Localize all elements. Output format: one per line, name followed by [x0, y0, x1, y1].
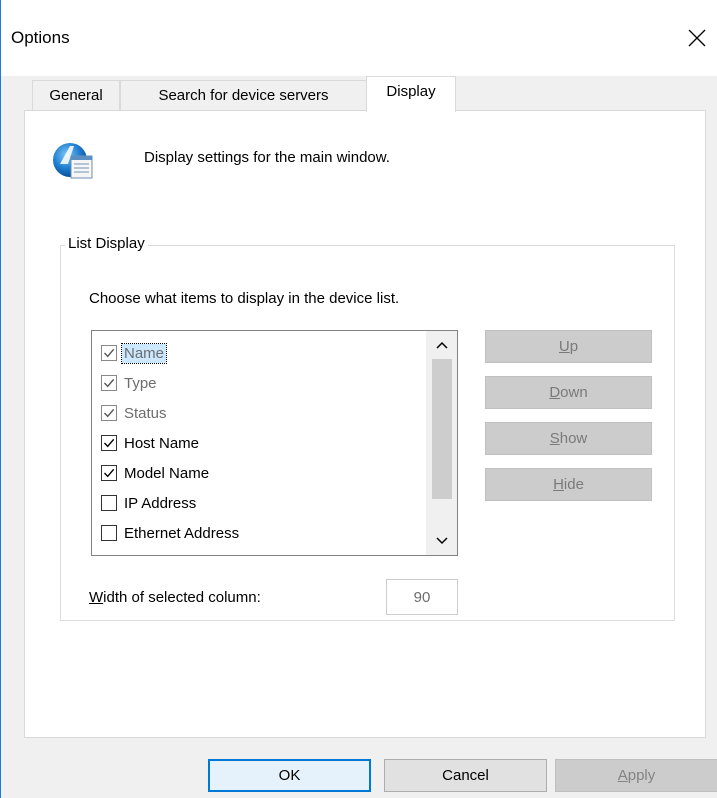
device-column-listbox[interactable]: Name Type Status Host Name Model Name IP… [91, 330, 458, 556]
down-label-rest: own [560, 384, 588, 401]
column-width-field[interactable]: 90 [386, 579, 458, 615]
list-item-label: Ethernet Address [124, 524, 240, 542]
list-item-type[interactable]: Type [92, 368, 432, 398]
scroll-thumb[interactable] [432, 359, 452, 499]
hide-button[interactable]: Hide [485, 468, 652, 501]
list-item-label: Status [124, 404, 167, 422]
list-item-status[interactable]: Status [92, 398, 432, 428]
list-item-host-name[interactable]: Host Name [92, 428, 432, 458]
show-mnemonic: S [549, 430, 560, 447]
apply-button[interactable]: Apply [555, 759, 717, 792]
apply-mnemonic: A [617, 767, 628, 784]
show-label-rest: how [559, 430, 588, 447]
checkmark-icon [103, 468, 115, 478]
checkbox[interactable] [101, 495, 117, 511]
list-display-group-label: List Display [65, 235, 148, 252]
list-item-name[interactable]: Name [92, 338, 432, 368]
tab-search-for-device-servers[interactable]: Search for device servers [120, 80, 367, 110]
checkbox[interactable] [101, 435, 117, 451]
list-instruction: Choose what items to display in the devi… [89, 290, 400, 307]
window-title: Options [11, 28, 70, 47]
checkmark-icon [103, 348, 115, 358]
up-label-rest: p [569, 338, 579, 355]
hide-label-rest: ide [563, 476, 584, 493]
checkbox[interactable] [101, 465, 117, 481]
ok-button[interactable]: OK [208, 759, 371, 792]
checkmark-icon [103, 408, 115, 418]
cancel-button[interactable]: Cancel [384, 759, 547, 792]
tab-general[interactable]: General [32, 80, 120, 110]
list-item-label: Host Name [124, 434, 200, 452]
chevron-down-icon [435, 537, 448, 545]
chevron-up-icon [435, 341, 448, 349]
list-item-label: Model Name [124, 464, 210, 482]
list-scrollbar[interactable] [426, 331, 457, 555]
list-item-ip-address[interactable]: IP Address [92, 488, 432, 518]
down-button[interactable]: Down [485, 376, 652, 409]
width-label-rest: idth of selected column: [103, 589, 261, 606]
down-mnemonic: D [549, 384, 561, 401]
display-settings-icon [53, 143, 93, 179]
apply-label-rest: pply [627, 767, 656, 784]
hide-mnemonic: H [553, 476, 564, 493]
width-mnemonic: W [89, 589, 104, 606]
tab-display[interactable]: Display [366, 76, 456, 112]
checkbox[interactable] [101, 375, 117, 391]
checkmark-icon [103, 378, 115, 388]
scroll-down-button[interactable] [426, 527, 457, 555]
up-button[interactable]: Up [485, 330, 652, 363]
checkmark-icon [103, 438, 115, 448]
list-item-label: IP Address [124, 494, 197, 512]
checkbox[interactable] [101, 345, 117, 361]
list-item-ethernet-address[interactable]: Ethernet Address [92, 518, 432, 548]
list-item-label: Type [124, 374, 157, 392]
close-icon [688, 29, 706, 47]
checkbox[interactable] [101, 525, 117, 541]
close-button[interactable] [675, 16, 717, 60]
show-button[interactable]: Show [485, 422, 652, 455]
column-width-label: Width of selected column: [89, 589, 261, 606]
up-mnemonic: U [558, 338, 570, 355]
scroll-up-button[interactable] [426, 331, 457, 359]
page-description: Display settings for the main window. [144, 149, 390, 166]
list-item-model-name[interactable]: Model Name [92, 458, 432, 488]
tab-page-display: Display settings for the main window. Li… [24, 110, 706, 738]
title-bar[interactable]: Options [1, 0, 717, 76]
checkbox[interactable] [101, 405, 117, 421]
list-item-label: Name [120, 342, 168, 364]
